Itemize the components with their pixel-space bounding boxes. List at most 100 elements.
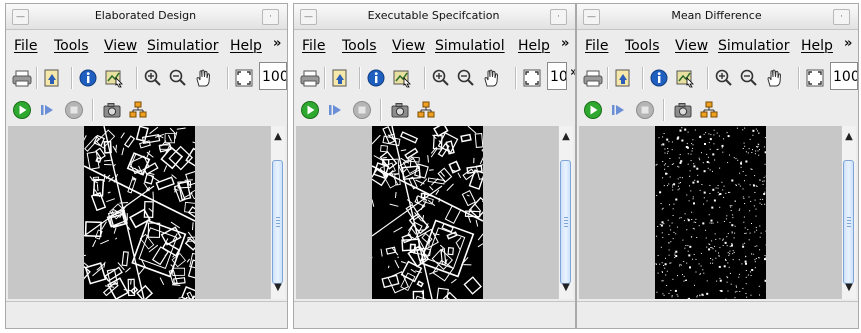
data-cursor-icon[interactable] (104, 68, 124, 88)
toolbar-separator (663, 99, 665, 121)
menu-file[interactable]: File (302, 38, 325, 54)
main-toolbar: 100 (6, 59, 287, 95)
menu-tools[interactable]: Tools (54, 38, 89, 54)
zoom-out-icon[interactable] (739, 68, 759, 88)
snapshot-camera-icon[interactable] (390, 100, 410, 120)
snapshot-camera-icon[interactable] (102, 100, 122, 120)
scroll-up-arrow-icon[interactable]: ▲ (271, 130, 285, 144)
viewer-window-1: — Elaborated Design · File Tools View Simulati… (5, 3, 288, 329)
scroll-down-arrow-icon[interactable]: ▼ (559, 281, 573, 295)
image-display (74, 126, 209, 299)
menu-view[interactable]: View (392, 38, 425, 54)
image-viewport[interactable] (296, 126, 558, 299)
import-icon[interactable] (613, 68, 633, 88)
toolbar-separator (607, 67, 609, 89)
info-icon[interactable] (78, 68, 98, 88)
scroll-up-arrow-icon[interactable]: ▲ (842, 130, 856, 144)
data-cursor-icon[interactable] (675, 68, 695, 88)
menu-overflow-chevron-icon[interactable]: » (273, 36, 281, 51)
toolbar-separator (227, 67, 229, 89)
print-icon[interactable] (583, 68, 603, 88)
snapshot-camera-icon[interactable] (673, 100, 693, 120)
pan-hand-icon[interactable] (765, 68, 785, 88)
minimize-button[interactable]: — (583, 9, 600, 25)
toolbar-separator (707, 67, 709, 89)
menu-file[interactable]: File (585, 38, 608, 54)
scrollbar-thumb[interactable] (843, 160, 854, 284)
zoom-out-icon[interactable] (168, 68, 188, 88)
toolbar-separator (380, 99, 382, 121)
zoom-out-icon[interactable] (456, 68, 476, 88)
scrollbar-thumb[interactable] (272, 160, 283, 284)
vertical-scrollbar[interactable]: ▲ ▼ (270, 126, 285, 299)
fit-to-view-icon[interactable] (805, 68, 825, 88)
vertical-scrollbar[interactable]: ▲ ▼ (558, 126, 573, 299)
menu-tools[interactable]: Tools (625, 38, 660, 54)
simulation-toolbar (294, 96, 575, 126)
zoom-level-input[interactable]: 100 (830, 62, 858, 90)
import-icon[interactable] (42, 68, 62, 88)
menu-help[interactable]: Help (230, 38, 262, 54)
zoom-in-icon[interactable] (143, 68, 163, 88)
image-viewport[interactable] (579, 126, 841, 299)
scrollbar-grip (847, 217, 851, 229)
toolbar-separator (92, 99, 94, 121)
scrollbar-thumb[interactable] (560, 160, 571, 284)
menu-simulatior[interactable]: Simulatior (718, 38, 789, 54)
run-icon[interactable] (583, 100, 603, 120)
vertical-scrollbar[interactable]: ▲ ▼ (841, 126, 856, 299)
menu-view[interactable]: View (675, 38, 708, 54)
menu-help[interactable]: Help (801, 38, 833, 54)
scroll-down-arrow-icon[interactable]: ▼ (842, 281, 856, 295)
simulation-toolbar (577, 96, 858, 126)
maximize-button[interactable]: · (833, 9, 850, 25)
edge-map-image (363, 126, 500, 299)
toolbar-separator (136, 67, 138, 89)
info-icon[interactable] (366, 68, 386, 88)
menu-tools[interactable]: Tools (342, 38, 377, 54)
stop-icon (635, 100, 655, 120)
menu-bar: File Tools View Simulatiol Help » (294, 30, 575, 58)
scroll-down-arrow-icon[interactable]: ▼ (271, 281, 285, 295)
zoom-in-icon[interactable] (431, 68, 451, 88)
run-icon[interactable] (12, 100, 32, 120)
maximize-button[interactable]: · (262, 9, 279, 25)
menu-overflow-chevron-icon[interactable]: » (561, 36, 569, 51)
data-cursor-icon[interactable] (392, 68, 412, 88)
menu-help[interactable]: Help (518, 38, 550, 54)
step-forward-icon[interactable] (609, 100, 629, 120)
viewer-window-3: — Mean Difference · File Tools View Simulatior… (576, 3, 859, 329)
run-icon[interactable] (300, 100, 320, 120)
scroll-up-arrow-icon[interactable]: ▲ (559, 130, 573, 144)
menu-file[interactable]: File (14, 38, 37, 54)
signal-selector-icon[interactable] (416, 100, 436, 120)
menu-simulatiol[interactable]: Simulatiol (435, 38, 505, 54)
menu-simulatior[interactable]: Simulatior (147, 38, 218, 54)
step-forward-icon[interactable] (38, 100, 58, 120)
minimize-button[interactable]: — (300, 9, 317, 25)
zoom-level-input[interactable]: 10 (547, 62, 567, 90)
image-viewport[interactable] (8, 126, 270, 299)
menu-overflow-chevron-icon[interactable]: » (844, 36, 852, 51)
menu-bar: File Tools View Simulatior Help » (577, 30, 858, 58)
print-icon[interactable] (12, 68, 32, 88)
pan-hand-icon[interactable] (194, 68, 214, 88)
maximize-button[interactable]: · (550, 9, 567, 25)
toolbar-overflow-chevron-icon[interactable]: » (570, 65, 575, 80)
signal-selector-icon[interactable] (699, 100, 719, 120)
menu-view[interactable]: View (104, 38, 137, 54)
zoom-level-input[interactable]: 100 (259, 62, 287, 90)
signal-selector-icon[interactable] (128, 100, 148, 120)
title-bar: — Mean Difference · (577, 4, 858, 30)
minimize-button[interactable]: — (12, 9, 29, 25)
zoom-in-icon[interactable] (714, 68, 734, 88)
fit-to-view-icon[interactable] (234, 68, 254, 88)
print-icon[interactable] (300, 68, 320, 88)
simulation-toolbar (6, 96, 287, 126)
info-icon[interactable] (649, 68, 669, 88)
pan-hand-icon[interactable] (482, 68, 502, 88)
step-forward-icon[interactable] (326, 100, 346, 120)
image-display (655, 126, 767, 299)
import-icon[interactable] (330, 68, 350, 88)
fit-to-view-icon[interactable] (522, 68, 542, 88)
